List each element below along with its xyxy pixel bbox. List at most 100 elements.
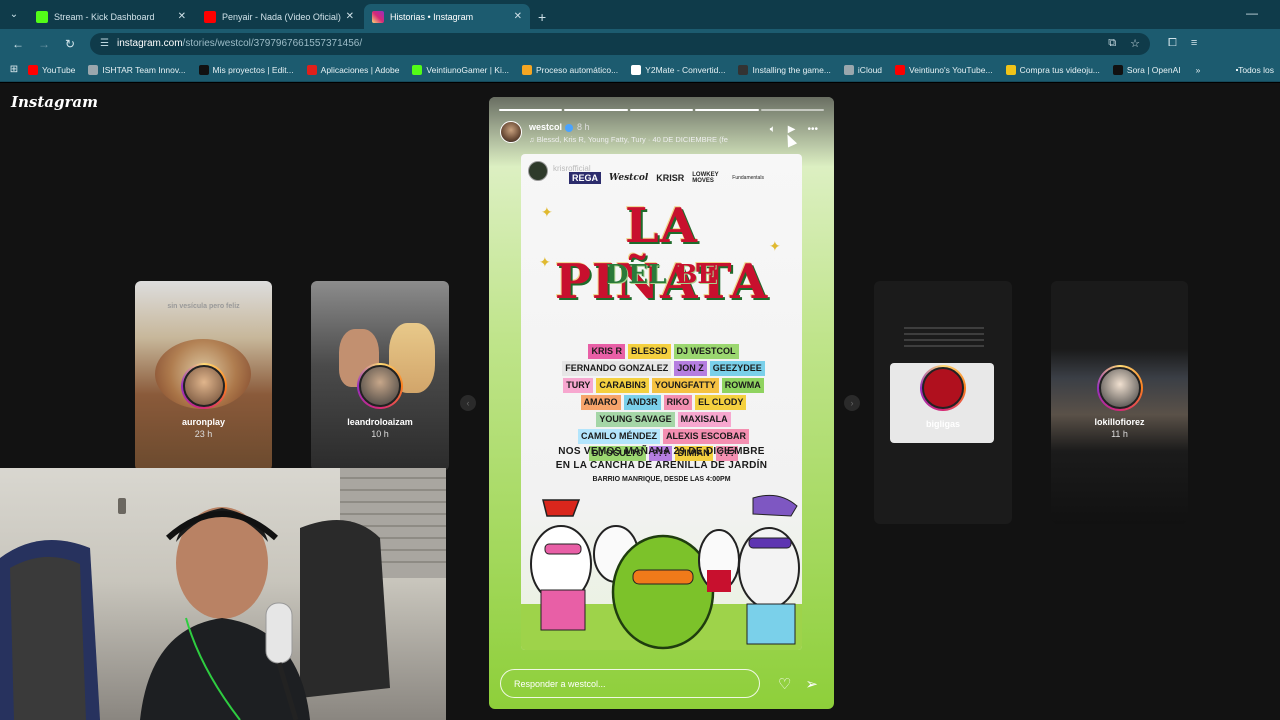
artist-name: YOUNGFATTY (651, 378, 719, 393)
bookmark-label: Sora | OpenAI (1126, 64, 1181, 75)
shirt-red (707, 570, 731, 592)
progress-segment (760, 109, 825, 111)
bookmarks-bar: ⊞ YouTube ISHTAR Team Innov... Mis proyect… (0, 58, 1280, 82)
bookmark-label: VeintiunoGamer | Ki... (426, 64, 509, 75)
story-header-user[interactable]: westcol 8 h (529, 122, 590, 132)
bookmark-label: Proceso automático... (535, 64, 619, 75)
avatar-ring (357, 363, 403, 409)
active-story[interactable]: westcol 8 h ♫ Blessd, Kris R, Young Fatty… (489, 97, 834, 709)
install-app-icon[interactable]: ⧉ (1108, 37, 1116, 50)
tab-youtube[interactable]: Penyair - Nada (Video Oficial) - ✕ (196, 4, 362, 29)
back-icon[interactable]: ← (6, 37, 30, 51)
bookmark-item[interactable]: Compra tus videoju... (1005, 64, 1100, 75)
volume-icon[interactable]: 🔈︎ (770, 124, 776, 135)
bookmark-item[interactable]: Mis proyectos | Edit... (198, 64, 294, 75)
bookmark-item[interactable]: Proceso automático... (521, 64, 619, 75)
bookmark-item[interactable]: Aplicaciones | Adobe (306, 64, 399, 75)
address-bar[interactable]: ☰ instagram.com /stories/westcol/3797967… (90, 32, 1150, 55)
shirt-pink (540, 589, 586, 631)
artist-name: KRIS R (588, 344, 625, 359)
close-icon[interactable]: ✕ (346, 11, 354, 22)
bookmark-item[interactable]: Veintiuno's YouTube... (895, 64, 993, 75)
bookmark-item[interactable]: Sora | OpenAI (1112, 64, 1181, 75)
poster-illustration (521, 494, 802, 650)
shirt-blue (746, 603, 796, 645)
avatar (359, 365, 401, 407)
bookmarks-overflow-icon[interactable]: » (1196, 65, 1201, 75)
reply-input[interactable]: Responder a westcol... (500, 669, 760, 698)
bookmark-item[interactable]: VeintiunoGamer | Ki... (412, 64, 509, 75)
event-date: NOS VEMOS MAÑANA 29 DE DICIEMBRE (558, 446, 765, 457)
wall-switch (118, 498, 126, 514)
avatar (1098, 367, 1141, 409)
event-time: BARRIO MANRIQUE, DESDE LAS 4:00PM (592, 476, 731, 483)
sponsor-logo: Westcol (609, 173, 649, 183)
like-heart-icon[interactable]: ♡ (778, 675, 791, 693)
poster-subtitle-be: BE (675, 260, 718, 290)
site-info-icon[interactable]: ☰ (100, 38, 109, 49)
more-options-icon[interactable]: ••• (807, 124, 818, 135)
previous-story-icon[interactable]: ‹ (460, 395, 476, 411)
bookmark-item[interactable]: Installing the game... (738, 64, 831, 75)
event-venue: EN LA CANCHA DE ARENILLA DE JARDÍN (555, 460, 768, 471)
menu-icon[interactable]: ≡ (1191, 37, 1197, 50)
bookmark-favicon-icon (1005, 64, 1016, 75)
bookmark-label: Y2Mate - Convertid... (645, 64, 726, 75)
close-icon[interactable]: ✕ (178, 11, 186, 22)
share-send-icon[interactable]: ➢ (805, 675, 818, 693)
reload-icon[interactable]: ↻ (58, 37, 82, 51)
youtube-icon (204, 10, 216, 23)
bookmark-item[interactable]: YouTube (28, 64, 75, 75)
bookmark-favicon-icon (28, 64, 38, 75)
minimize-icon[interactable]: — (1246, 6, 1258, 20)
story-caption: sin vesícula pero feliz (167, 303, 240, 310)
url-host: instagram.com (116, 38, 183, 49)
avatar-ring (920, 365, 966, 411)
bookmark-favicon-icon (738, 64, 749, 75)
glasses-pink (544, 543, 582, 555)
bookmark-star-icon[interactable]: ☆ (1130, 37, 1140, 50)
story-card-leandroloaizam[interactable]: leandroloaizam 10 h (311, 281, 449, 471)
story-card-lokillofiorez[interactable]: lokillofiorez 11 h (1051, 281, 1188, 524)
bookmark-item[interactable]: ISHTAR Team Innov... (88, 64, 186, 75)
next-story-icon[interactable]: › (844, 395, 860, 411)
verified-icon (565, 123, 574, 132)
bookmark-favicon-icon (412, 64, 423, 75)
artist-name: RIKO (663, 395, 693, 410)
all-bookmarks-label: Todos los (1238, 64, 1274, 75)
tab-search-icon[interactable]: ⌄ (0, 0, 28, 29)
bookmark-label: iCloud (857, 64, 883, 75)
tab-title: Penyair - Nada (Video Oficial) - (222, 11, 342, 22)
bookmark-item[interactable]: Y2Mate - Convertid... (631, 64, 726, 75)
story-user-avatar[interactable] (500, 121, 522, 143)
forward-icon[interactable]: → (32, 37, 56, 51)
story-card-bigligas[interactable]: bigligas (874, 281, 1012, 524)
apps-grid-icon[interactable]: ⊞ (0, 64, 28, 75)
close-icon[interactable]: ✕ (514, 11, 522, 22)
tab-instagram[interactable]: Historias • Instagram ✕ (364, 4, 530, 29)
cap-purple (752, 494, 798, 517)
artist-name: FERNANDO GONZALEZ (562, 361, 672, 376)
kick-icon (36, 10, 48, 23)
story-card-auronplay[interactable]: sin vesícula pero feliz auronplay 23 h (135, 281, 272, 471)
extensions-icon[interactable]: ⧠ (1168, 37, 1177, 50)
all-bookmarks-button[interactable]: Todos los (1236, 65, 1274, 75)
reply-placeholder: Responder a westcol... (514, 678, 606, 689)
gaming-chair-right (300, 520, 390, 698)
bookmark-label: Mis proyectos | Edit... (212, 64, 294, 75)
tab-title: Stream - Kick Dashboard (54, 11, 155, 22)
bookmark-label: Veintiuno's YouTube... (909, 64, 993, 75)
instagram-logo[interactable]: Instagram (11, 93, 98, 111)
artist-name: YOUNG SAVAGE (596, 412, 675, 427)
story-time: 8 h (577, 122, 590, 132)
new-tab-icon[interactable]: + (538, 4, 546, 29)
story-username: auronplay (181, 417, 225, 427)
story-music-label[interactable]: ♫ Blessd, Kris R, Young Fatty, Tury · 40… (529, 135, 744, 144)
artist-name: CAMILO MÉNDEZ (577, 429, 660, 444)
bookmark-item[interactable]: iCloud (843, 64, 883, 75)
tab-kick[interactable]: Stream - Kick Dashboard ✕ (28, 4, 194, 29)
story-time: 11 h (1111, 429, 1128, 439)
tab-title: Historias • Instagram (390, 11, 474, 22)
webcam-overlay (0, 468, 446, 720)
bookmark-favicon-icon (1112, 64, 1123, 75)
